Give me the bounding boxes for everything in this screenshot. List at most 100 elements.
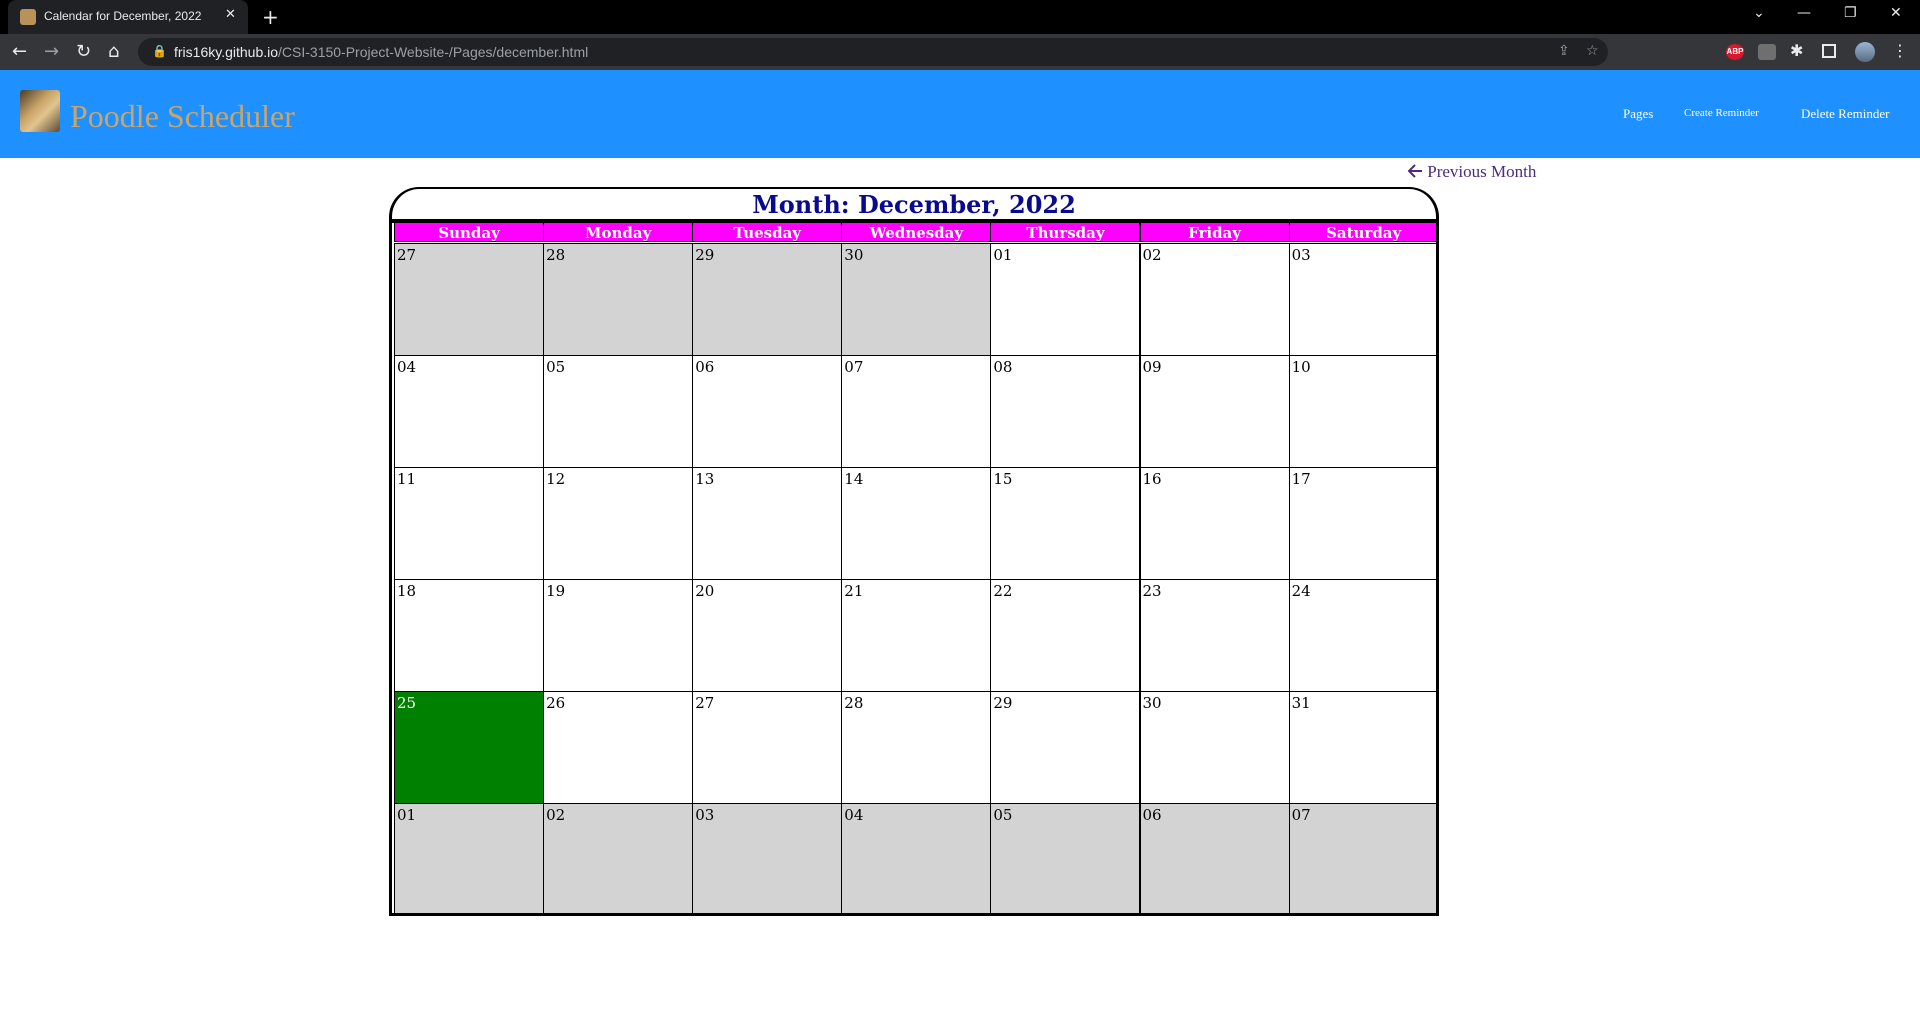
back-button[interactable]: ←	[12, 41, 27, 62]
lock-icon[interactable]: 🔒	[152, 44, 167, 58]
calendar-day-cell[interactable]: 17	[1288, 467, 1436, 580]
calendar-day-cell[interactable]: 29	[990, 691, 1141, 804]
day-number: 29	[993, 694, 1013, 712]
arrow-left-icon	[1407, 164, 1422, 178]
day-number: 10	[1291, 358, 1311, 376]
day-number: 09	[1142, 358, 1162, 376]
weekday-monday: Monday	[543, 222, 694, 242]
calendar-day-cell[interactable]: 30	[1139, 691, 1290, 804]
calendar-day-cell[interactable]: 18	[394, 579, 545, 692]
weekday-wednesday: Wednesday	[841, 222, 992, 242]
calendar-day-cell[interactable]: 15	[990, 467, 1141, 580]
restore-button[interactable]: ❐	[1844, 5, 1857, 21]
calendar-day-cell[interactable]: 21	[841, 579, 992, 692]
day-number: 07	[844, 358, 864, 376]
calendar-day-cell[interactable]: 27	[394, 243, 545, 356]
calendar-day-cell[interactable]: 19	[543, 579, 694, 692]
weekday-friday: Friday	[1139, 222, 1290, 242]
tab-search-chevron-icon[interactable]: ⌄	[1753, 5, 1765, 21]
profile-avatar[interactable]	[1855, 42, 1875, 62]
share-icon[interactable]: ⇪	[1558, 43, 1570, 59]
calendar-day-cell[interactable]: 22	[990, 579, 1141, 692]
poodle-logo-icon[interactable]	[20, 90, 60, 132]
day-number: 16	[1142, 470, 1162, 488]
calendar-day-cell[interactable]: 25	[394, 691, 545, 804]
calendar-day-cell[interactable]: 16	[1139, 467, 1290, 580]
extension-icon[interactable]	[1758, 44, 1776, 60]
day-number: 26	[546, 694, 566, 712]
calendar-day-cell[interactable]: 05	[543, 355, 694, 468]
calendar-day-cell[interactable]: 29	[692, 243, 843, 356]
browser-toolbar: ← → ↻ ⌂ 🔒 fris16ky.github.io/CSI-3150-Pr…	[0, 34, 1920, 70]
side-panel-icon[interactable]	[1822, 44, 1836, 58]
day-number: 30	[844, 246, 864, 264]
calendar-day-cell[interactable]: 01	[990, 243, 1141, 356]
calendar-day-cell[interactable]: 01	[394, 803, 545, 913]
calendar-day-cell[interactable]: 24	[1288, 579, 1436, 692]
forward-button[interactable]: →	[44, 41, 59, 62]
day-number: 14	[844, 470, 864, 488]
day-number: 06	[1142, 806, 1162, 824]
calendar-day-cell[interactable]: 20	[692, 579, 843, 692]
calendar-day-cell[interactable]: 13	[692, 467, 843, 580]
calendar-day-cell[interactable]: 31	[1288, 691, 1436, 804]
calendar-day-cell[interactable]: 07	[1288, 803, 1436, 913]
calendar-day-cell[interactable]: 04	[394, 355, 545, 468]
calendar-day-cell[interactable]: 28	[543, 243, 694, 356]
home-button[interactable]: ⌂	[108, 41, 119, 62]
calendar-day-cell[interactable]: 06	[692, 355, 843, 468]
calendar-day-cell[interactable]: 05	[990, 803, 1141, 913]
calendar-day-cell[interactable]: 30	[841, 243, 992, 356]
day-number: 02	[1142, 246, 1162, 264]
calendar-day-cell[interactable]: 28	[841, 691, 992, 804]
browser-tab[interactable]: Calendar for December, 2022 ✕	[8, 0, 248, 34]
day-number: 06	[695, 358, 715, 376]
calendar-day-cell[interactable]: 10	[1288, 355, 1436, 468]
close-window-button[interactable]: ✕	[1890, 5, 1902, 21]
previous-month-link[interactable]: Previous Month	[1407, 162, 1536, 182]
calendar-day-cell[interactable]: 23	[1139, 579, 1290, 692]
calendar-day-cell[interactable]: 14	[841, 467, 992, 580]
minimize-button[interactable]: —	[1797, 5, 1811, 21]
new-tab-button[interactable]: +	[262, 5, 279, 29]
calendar-day-cell[interactable]: 06	[1139, 803, 1290, 913]
calendar-day-cell[interactable]: 02	[543, 803, 694, 913]
weekday-thursday: Thursday	[990, 222, 1141, 242]
month-calendar: Month: December, 2022 Sunday Monday Tuesda…	[389, 187, 1439, 916]
calendar-day-cell[interactable]: 11	[394, 467, 545, 580]
poodle-favicon-icon	[20, 9, 36, 25]
browser-menu-icon[interactable]: ⋮	[1892, 41, 1908, 60]
calendar-day-cell[interactable]: 07	[841, 355, 992, 468]
calendar-day-cell[interactable]: 03	[1288, 243, 1436, 356]
calendar-day-cell[interactable]: 08	[990, 355, 1141, 468]
address-bar[interactable]: 🔒 fris16ky.github.io/CSI-3150-Project-We…	[138, 38, 1608, 66]
calendar-day-cell[interactable]: 02	[1139, 243, 1290, 356]
site-brand[interactable]: Poodle Scheduler	[70, 98, 295, 135]
calendar-day-cell[interactable]: 04	[841, 803, 992, 913]
calendar-day-cell[interactable]: 12	[543, 467, 694, 580]
day-number: 29	[695, 246, 715, 264]
day-number: 31	[1291, 694, 1311, 712]
reload-button[interactable]: ↻	[76, 41, 91, 62]
day-number: 11	[397, 470, 417, 488]
url-text: fris16ky.github.io/CSI-3150-Project-Webs…	[174, 44, 588, 60]
calendar-day-cell[interactable]: 26	[543, 691, 694, 804]
close-tab-icon[interactable]: ✕	[225, 7, 236, 22]
extensions-puzzle-icon[interactable]: ✱	[1790, 41, 1803, 60]
nav-pages-link[interactable]: Pages	[1623, 106, 1653, 122]
url-host: fris16ky.github.io	[174, 44, 279, 60]
weekday-tuesday: Tuesday	[692, 222, 843, 242]
calendar-day-cell[interactable]: 03	[692, 803, 843, 913]
day-number: 13	[695, 470, 715, 488]
bookmark-star-icon[interactable]: ☆	[1586, 43, 1599, 59]
day-number: 18	[397, 582, 417, 600]
day-number: 27	[695, 694, 715, 712]
day-number: 22	[993, 582, 1013, 600]
day-number: 03	[695, 806, 715, 824]
nav-create-reminder-link[interactable]: Create Reminder	[1684, 107, 1759, 119]
nav-delete-reminder-link[interactable]: Delete Reminder	[1801, 106, 1889, 122]
day-number: 12	[546, 470, 566, 488]
calendar-day-cell[interactable]: 09	[1139, 355, 1290, 468]
adblock-extension-icon[interactable]: ABP	[1726, 44, 1744, 60]
calendar-day-cell[interactable]: 27	[692, 691, 843, 804]
